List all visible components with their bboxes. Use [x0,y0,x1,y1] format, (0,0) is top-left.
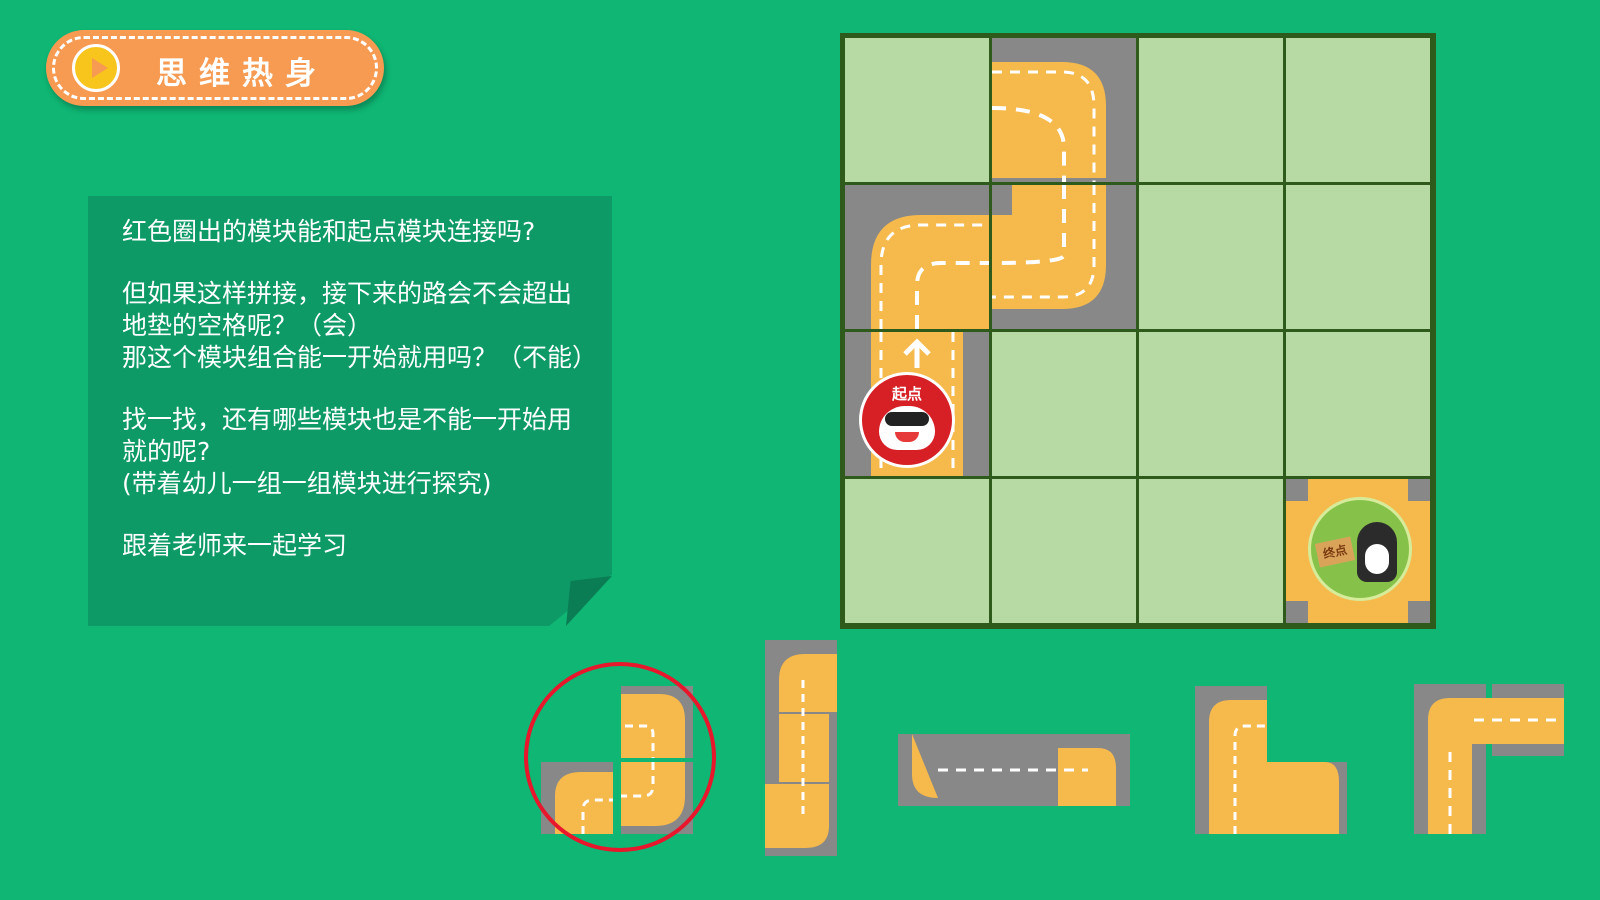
goal-cell[interactable]: 终点 [1286,479,1430,623]
warmup-button[interactable]: 思维热身 [46,30,384,106]
note-paragraph-2: 但如果这样拼接，接下来的路会不会超出地垫的空格呢？（会） 那这个模块组合能一开始… [122,279,598,372]
mascot-icon [1357,522,1397,582]
note-text: 红色圈出的模块能和起点模块连接吗? 但如果这样拼接，接下来的路会不会超出地垫的空… [122,216,598,592]
road-tile [845,185,989,329]
board-cell[interactable] [1139,479,1283,623]
board-cell[interactable] [992,479,1136,623]
road-tile [992,38,1136,182]
note-paragraph-3: 找一找，还有哪些模块也是不能一开始用就的呢? (带着幼儿一组一组模块进行探究) [122,405,573,498]
board-cell[interactable] [992,332,1136,476]
start-cell[interactable]: 起点 [845,332,989,476]
horizontal-group[interactable] [898,734,1130,806]
board-cell[interactable] [1286,38,1430,182]
question-note: 红色圈出的模块能和起点模块连接吗? 但如果这样拼接，接下来的路会不会超出地垫的空… [88,196,612,626]
goal-sign: 终点 [1314,536,1356,568]
board-cell-road[interactable] [845,185,989,329]
start-label: 起点 [891,385,922,403]
step-group[interactable] [1195,686,1347,834]
board-cell[interactable] [1286,185,1430,329]
mascot-icon [879,406,935,450]
board-cell[interactable] [1286,332,1430,476]
warmup-title: 思维热身 [156,56,328,92]
vertical-group[interactable] [765,640,837,856]
board-cell[interactable] [1139,38,1283,182]
goal-badge: 终点 [1308,497,1412,601]
note-paragraph-1: 红色圈出的模块能和起点模块连接吗? [122,217,536,246]
game-board: 起点 终点 [840,33,1436,629]
board-cell[interactable] [845,38,989,182]
page-fold [566,576,612,626]
road-tile [992,185,1136,329]
board-cell[interactable] [1139,185,1283,329]
start-badge: 起点 [859,372,955,468]
board-cell-road[interactable] [992,38,1136,182]
l-group[interactable] [1414,684,1564,834]
note-paragraph-4: 跟着老师来一起学习 [122,531,348,560]
play-icon[interactable] [72,44,120,92]
highlight-circle [524,662,716,852]
board-cell[interactable] [845,479,989,623]
board-cell-road[interactable] [992,185,1136,329]
board-cell[interactable] [1139,332,1283,476]
